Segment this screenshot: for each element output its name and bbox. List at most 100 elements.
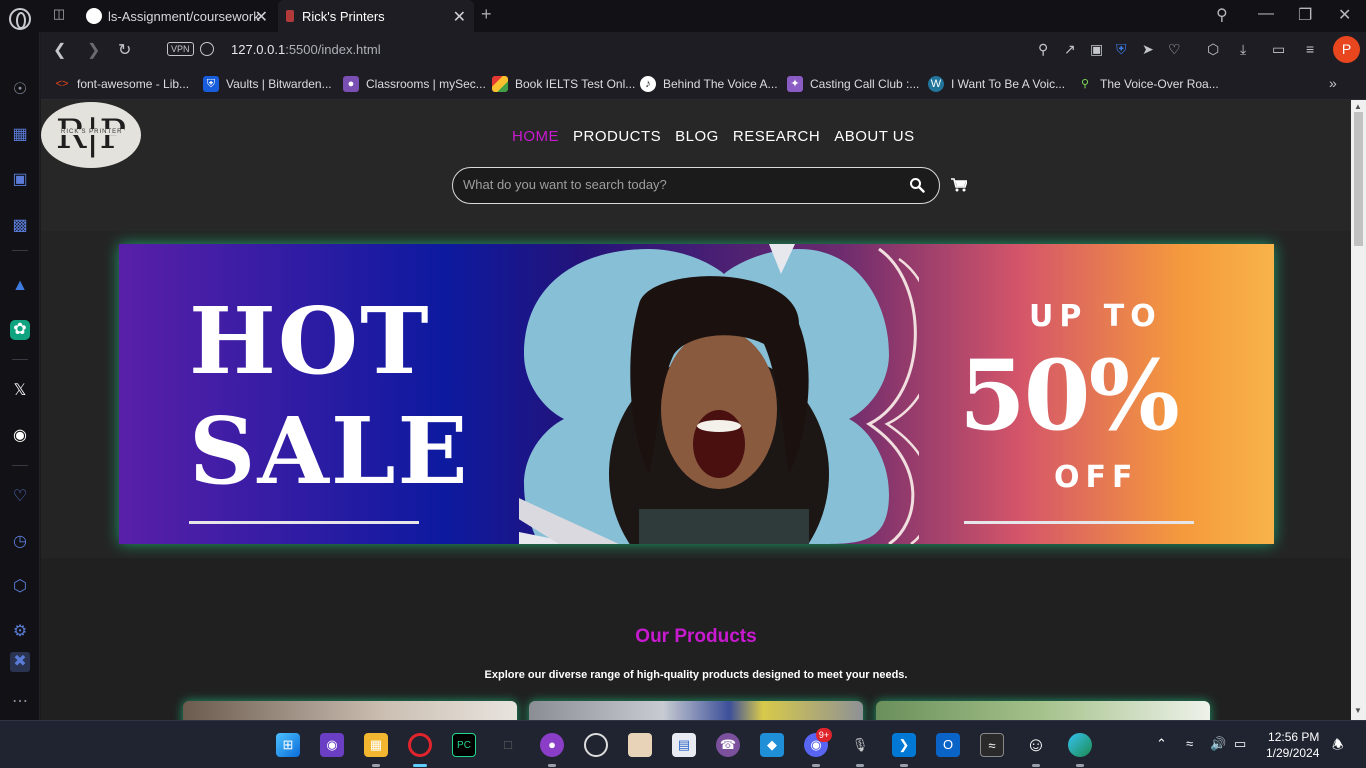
product-card[interactable] [529, 701, 863, 720]
running-indicator [856, 764, 864, 767]
chatgpt-icon[interactable]: ✿ [10, 320, 30, 340]
share-icon[interactable]: ↗ [1064, 41, 1076, 58]
more-dots-icon[interactable]: ⋯ [10, 692, 30, 712]
discord-icon[interactable]: ◉ [10, 426, 30, 446]
opera-taskbar-icon[interactable] [408, 733, 432, 757]
tray-overflow-chevron-icon[interactable]: ⌃ [1156, 736, 1167, 752]
bookmark-item[interactable]: ♪ Behind The Voice A... [640, 76, 778, 92]
nav-blog[interactable]: BLOG [675, 128, 719, 145]
heart-icon[interactable]: ♡ [10, 487, 30, 507]
bookmark-item[interactable]: ⛨ Vaults | Bitwarden... [203, 76, 332, 92]
site-logo[interactable]: R|P RICK'S PRINTER [41, 102, 141, 168]
opera-menu-icon[interactable] [9, 8, 31, 30]
tab-github[interactable]: ls-Assignment/coursework ✕ [78, 0, 276, 32]
settings-gear-icon[interactable]: ⚙ [10, 622, 30, 642]
product-card[interactable] [183, 701, 517, 720]
download-icon[interactable]: ⤓ [1240, 41, 1246, 58]
outlook-new-icon[interactable]: O [936, 733, 960, 757]
gamepad-app-icon[interactable]: ◉ [320, 733, 344, 757]
ielts-icon [492, 76, 508, 92]
viber-icon[interactable]: ☎ [716, 733, 740, 757]
forward-arrow-icon[interactable]: ❯ [87, 40, 100, 60]
extensions-cube-icon[interactable]: ⬡ [10, 577, 30, 597]
banner-photo-woman [519, 244, 919, 544]
close-window-icon[interactable]: ✕ [1338, 5, 1351, 25]
obs-studio-icon[interactable] [584, 733, 608, 757]
audio-wave-app-icon[interactable]: ≈ [980, 733, 1004, 757]
product-card[interactable] [876, 701, 1210, 720]
battery-icon[interactable]: ▭ [1234, 736, 1246, 752]
close-tab-icon[interactable]: ✕ [255, 7, 268, 27]
microphone-app-icon[interactable]: 🎙 [848, 733, 872, 757]
easy-setup-icon[interactable]: ≡ [1306, 41, 1314, 57]
bookmarks-overflow-icon[interactable]: » [1329, 75, 1337, 91]
reload-icon[interactable]: ↻ [118, 40, 131, 60]
heart-bookmark-icon[interactable]: ♡ [1168, 41, 1181, 58]
bookmark-item[interactable]: ✦ Casting Call Club :... [787, 76, 919, 92]
tab-ricks-printers[interactable]: Rick's Printers ✕ [278, 0, 474, 32]
lens-search-icon[interactable]: ⚲ [1038, 41, 1048, 58]
nav-research[interactable]: RESEARCH [733, 128, 820, 145]
shopping-bag-icon[interactable]: ▦ [10, 125, 30, 145]
nav-home[interactable]: HOME [512, 128, 559, 145]
running-indicator [812, 764, 820, 767]
ai-chip-icon[interactable]: ▩ [10, 216, 30, 236]
bookmark-item[interactable]: ⚲ The Voice-Over Roa... [1077, 76, 1219, 92]
back-arrow-icon[interactable]: ❮ [53, 40, 66, 60]
adblock-shield-icon[interactable]: ⛨ [1116, 41, 1127, 58]
nav-products[interactable]: PRODUCTS [573, 128, 661, 145]
vpn-badge[interactable]: VPN [167, 42, 194, 56]
history-clock-icon[interactable]: ◷ [10, 532, 30, 552]
bookmark-label: Casting Call Club :... [810, 77, 920, 91]
battery-saver-icon[interactable]: ▭ [1272, 41, 1285, 58]
minimize-icon[interactable]: — [1258, 5, 1274, 23]
pinned-app-icon[interactable]: ✖ [10, 652, 30, 672]
file-explorer-icon[interactable]: ▦ [364, 733, 388, 757]
edge-icon[interactable] [1068, 733, 1092, 757]
close-tab-icon[interactable]: ✕ [453, 7, 466, 27]
hot-sale-banner[interactable]: HOT SALE UP TO 50% OFF [119, 244, 1274, 544]
bookmark-item[interactable]: Book IELTS Test Onl... [492, 76, 635, 92]
windows-taskbar: ⊞ ◉ ▦ PC □ ● ▤ ☎ ◆ ◉ 9+ 🎙 ❯ O ≈ ☺ ⌃ ≈ 🔊 … [0, 720, 1366, 768]
windows-start-icon[interactable]: ⊞ [276, 733, 300, 757]
cart-icon[interactable] [951, 178, 967, 192]
camera-snapshot-icon[interactable]: ▣ [1090, 41, 1103, 58]
workspace-icon[interactable]: ◫ [46, 6, 72, 26]
profile-avatar[interactable]: P [1333, 36, 1360, 63]
cube-extension-icon[interactable]: ⬡ [1207, 41, 1219, 58]
search-input[interactable] [463, 177, 883, 192]
volume-icon[interactable]: 🔊 [1210, 736, 1226, 752]
restore-icon[interactable]: ❐ [1298, 5, 1312, 25]
site-info-globe-icon[interactable] [200, 42, 214, 56]
vscode-icon[interactable]: ❯ [892, 733, 916, 757]
twitch-icon[interactable]: ▣ [10, 170, 30, 190]
wifi-icon[interactable]: ≈ [1186, 736, 1193, 751]
send-arrow-icon[interactable]: ➤ [1142, 41, 1154, 58]
search-icon[interactable] [909, 177, 925, 193]
bookmark-item[interactable]: <> font-awesome - Lib... [54, 76, 190, 92]
new-tab-plus-icon[interactable]: + [481, 4, 492, 25]
tab-search-icon[interactable]: ⚲ [1216, 5, 1228, 25]
speed-dial-icon[interactable]: ☉ [10, 80, 30, 100]
notification-bell-icon[interactable]: 🕭 [1332, 736, 1344, 758]
aria-icon[interactable]: ▲ [10, 276, 30, 296]
bookmark-label: font-awesome - Lib... [77, 77, 190, 91]
notepad-icon[interactable]: ▤ [672, 733, 696, 757]
page-scrollbar[interactable]: ▲ ▼ [1351, 100, 1366, 720]
url-field[interactable]: 127.0.0.1:5500/index.html [231, 42, 381, 57]
github-desktop-icon[interactable]: ● [540, 733, 564, 757]
pycharm-icon[interactable]: PC [452, 733, 476, 757]
scroll-down-arrow-icon[interactable]: ▼ [1354, 706, 1362, 715]
anime-app-icon[interactable] [628, 733, 652, 757]
system-clock[interactable]: 12:56 PM 1/29/2024 [1266, 729, 1319, 761]
scroll-up-arrow-icon[interactable]: ▲ [1354, 102, 1362, 111]
classroom-icon: ● [343, 76, 359, 92]
mouse-app-icon[interactable]: □ [496, 733, 520, 757]
azure-storage-icon[interactable]: ◆ [760, 733, 784, 757]
smiley-app-icon[interactable]: ☺ [1024, 733, 1048, 757]
bookmark-item[interactable]: ● Classrooms | mySec... [343, 76, 486, 92]
bookmark-item[interactable]: W I Want To Be A Voic... [928, 76, 1065, 92]
scroll-thumb[interactable] [1354, 112, 1363, 246]
nav-about-us[interactable]: ABOUT US [834, 128, 914, 145]
x-twitter-icon[interactable]: 𝕏 [10, 381, 30, 401]
